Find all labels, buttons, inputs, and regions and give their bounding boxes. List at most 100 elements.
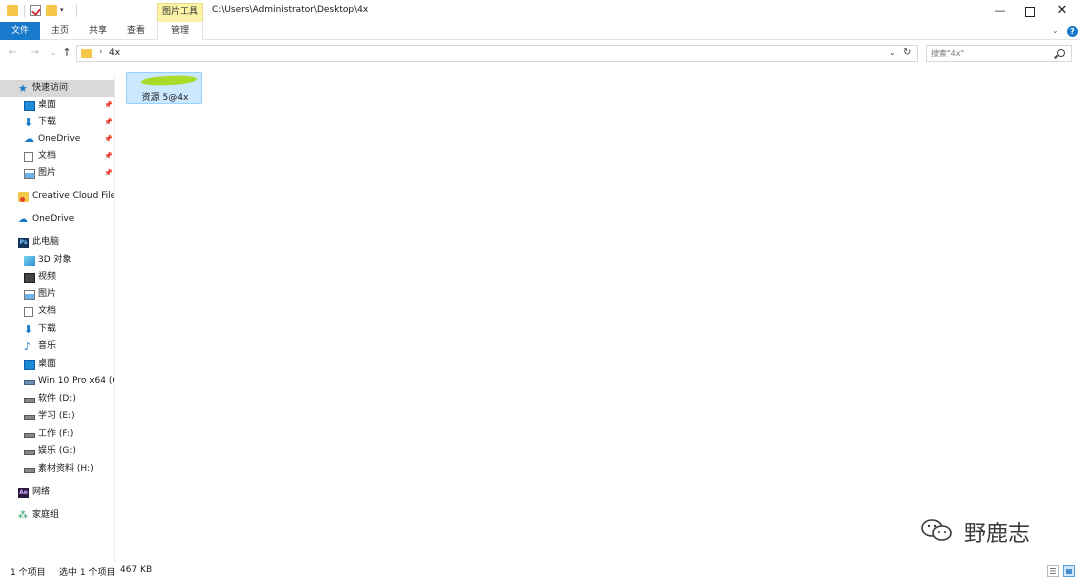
sidebar-item-pictures[interactable]: 图片 📌 bbox=[0, 165, 114, 182]
file-list[interactable]: 资源 5@4x bbox=[116, 66, 1080, 562]
pin-icon[interactable]: 📌 bbox=[104, 131, 113, 148]
search-box[interactable] bbox=[926, 45, 1072, 62]
sidebar-item-creative-cloud[interactable]: Creative Cloud Files bbox=[0, 188, 114, 205]
network-icon: Ae bbox=[18, 488, 29, 498]
sidebar-item-downloads-pc[interactable]: ⬇ 下载 bbox=[0, 321, 114, 338]
sidebar-item-this-pc[interactable]: Ps 此电脑 bbox=[0, 234, 114, 251]
sidebar-item-drive-c[interactable]: Win 10 Pro x64 (C:) bbox=[0, 373, 114, 390]
sidebar-item-drive-d[interactable]: 软件 (D:) bbox=[0, 391, 114, 408]
help-icon[interactable]: ? bbox=[1067, 26, 1078, 37]
pin-icon[interactable]: 📌 bbox=[104, 148, 113, 165]
sidebar-item-label: 图片 bbox=[38, 168, 57, 178]
picture-icon bbox=[24, 169, 35, 179]
sidebar-item-drive-f[interactable]: 工作 (F:) bbox=[0, 426, 114, 443]
sidebar-item-label: Win 10 Pro x64 (C:) bbox=[38, 376, 114, 386]
sidebar-item-label: 桌面 bbox=[38, 359, 57, 369]
sidebar-item-label: 文档 bbox=[38, 151, 57, 161]
selection-size: 467 KB bbox=[120, 565, 153, 575]
sidebar-item-label: 软件 (D:) bbox=[38, 394, 76, 404]
tab-manage[interactable]: 管理 bbox=[157, 22, 203, 41]
file-name: 资源 5@4x bbox=[141, 93, 189, 103]
tab-home[interactable]: 主页 bbox=[42, 22, 78, 40]
sidebar-item-documents-pc[interactable]: 文档 bbox=[0, 303, 114, 320]
breadcrumb-separator[interactable]: › bbox=[99, 47, 103, 57]
minimize-button[interactable]: — bbox=[988, 2, 1012, 20]
details-view-button[interactable] bbox=[1047, 565, 1059, 577]
item-count: 1 个项目 bbox=[10, 568, 46, 578]
customize-dropdown-icon[interactable]: ▾ bbox=[60, 6, 68, 14]
search-input[interactable] bbox=[931, 47, 1051, 60]
sidebar-item-drive-e[interactable]: 学习 (E:) bbox=[0, 408, 114, 425]
sidebar-item-label: 素材资料 (H:) bbox=[38, 464, 94, 474]
up-button[interactable]: ↑ bbox=[60, 46, 74, 60]
refresh-button[interactable]: ↻ bbox=[903, 47, 911, 58]
folder-icon bbox=[81, 49, 92, 58]
image-thumbnail bbox=[140, 74, 198, 87]
sidebar-item-label: 快速访问 bbox=[32, 83, 69, 93]
window-title: C:\Users\Administrator\Desktop\4x bbox=[212, 5, 369, 15]
search-icon[interactable] bbox=[1057, 49, 1065, 57]
sidebar-item-desktop[interactable]: 桌面 📌 bbox=[0, 97, 114, 114]
drive-icon bbox=[24, 415, 35, 420]
file-item[interactable]: 资源 5@4x bbox=[126, 72, 202, 104]
sidebar-item-desktop-pc[interactable]: 桌面 bbox=[0, 356, 114, 373]
sidebar-item-onedrive-root[interactable]: ☁ OneDrive bbox=[0, 211, 114, 228]
pin-icon[interactable]: 📌 bbox=[104, 97, 113, 114]
sidebar-item-label: 3D 对象 bbox=[38, 255, 72, 265]
sidebar-item-homegroup[interactable]: ⁂ 家庭组 bbox=[0, 507, 114, 524]
sidebar-item-label: Creative Cloud Files bbox=[32, 191, 114, 201]
title-bar: ▾ 图片工具 C:\Users\Administrator\Desktop\4x… bbox=[0, 0, 1080, 22]
sidebar-item-label: 文档 bbox=[38, 306, 57, 316]
picture-icon bbox=[24, 290, 35, 300]
properties-icon[interactable] bbox=[30, 5, 41, 16]
close-button[interactable]: ✕ bbox=[1050, 2, 1074, 20]
sidebar-item-label: 桌面 bbox=[38, 100, 57, 110]
sidebar-item-label: 下载 bbox=[38, 117, 57, 127]
sidebar-item-drive-g[interactable]: 娱乐 (G:) bbox=[0, 443, 114, 460]
sidebar-item-quick-access[interactable]: ★ 快速访问 bbox=[0, 80, 114, 97]
sidebar-item-network[interactable]: Ae 网络 bbox=[0, 484, 114, 501]
navigation-pane: ★ 快速访问 桌面 📌 ⬇ 下载 📌 ☁ OneDrive 📌 文档 📌 图片 … bbox=[0, 76, 115, 562]
sidebar-item-videos[interactable]: 视频 bbox=[0, 269, 114, 286]
pin-icon[interactable]: 📌 bbox=[104, 165, 113, 182]
document-icon bbox=[24, 152, 33, 162]
large-icons-view-button[interactable] bbox=[1063, 565, 1075, 577]
tab-view[interactable]: 查看 bbox=[118, 22, 154, 40]
homegroup-icon: ⁂ bbox=[18, 510, 28, 521]
tab-file[interactable]: 文件 bbox=[0, 22, 40, 40]
watermark-text: 野鹿志 bbox=[964, 522, 1031, 547]
sidebar-item-label: 工作 (F:) bbox=[38, 429, 74, 439]
ribbon-tabs: 文件 主页 共享 查看 管理 ⌄ ? bbox=[0, 22, 1080, 41]
sidebar-item-downloads[interactable]: ⬇ 下载 📌 bbox=[0, 114, 114, 131]
sidebar-item-label: 音乐 bbox=[38, 341, 57, 351]
sidebar-item-onedrive[interactable]: ☁ OneDrive 📌 bbox=[0, 131, 114, 148]
new-folder-icon[interactable] bbox=[46, 5, 57, 16]
desktop-icon bbox=[24, 101, 35, 111]
ribbon-expand-icon[interactable]: ⌄ bbox=[1052, 26, 1059, 35]
breadcrumb-4x[interactable]: 4x bbox=[109, 48, 120, 58]
address-bar[interactable]: › 4x ⌄ ↻ bbox=[76, 45, 918, 62]
sidebar-item-documents[interactable]: 文档 📌 bbox=[0, 148, 114, 165]
desktop-icon bbox=[24, 360, 35, 370]
recent-locations-dropdown[interactable]: ⌄ bbox=[46, 46, 60, 60]
drive-icon bbox=[24, 398, 35, 403]
sidebar-item-pictures-pc[interactable]: 图片 bbox=[0, 286, 114, 303]
back-button[interactable]: ← bbox=[6, 46, 20, 60]
sidebar-item-drive-h[interactable]: 素材资料 (H:) bbox=[0, 461, 114, 478]
picture-tools-context-tab: 图片工具 bbox=[157, 3, 203, 22]
sidebar-item-3d-objects[interactable]: 3D 对象 bbox=[0, 252, 114, 269]
sidebar-item-label: 下载 bbox=[38, 324, 57, 334]
document-icon bbox=[24, 307, 33, 317]
maximize-button[interactable] bbox=[1018, 2, 1042, 20]
pin-icon[interactable]: 📌 bbox=[104, 114, 113, 131]
sidebar-item-music[interactable]: ♪ 音乐 bbox=[0, 338, 114, 355]
address-dropdown-icon[interactable]: ⌄ bbox=[889, 48, 896, 57]
music-icon: ♪ bbox=[24, 340, 32, 353]
wechat-logo-icon bbox=[921, 519, 952, 541]
cloud-icon: ☁ bbox=[18, 214, 28, 225]
sidebar-item-label: 视频 bbox=[38, 272, 57, 282]
forward-button[interactable]: → bbox=[28, 46, 42, 60]
3d-objects-icon bbox=[24, 256, 35, 266]
tab-share[interactable]: 共享 bbox=[80, 22, 116, 40]
cloud-icon: ☁ bbox=[24, 134, 34, 145]
